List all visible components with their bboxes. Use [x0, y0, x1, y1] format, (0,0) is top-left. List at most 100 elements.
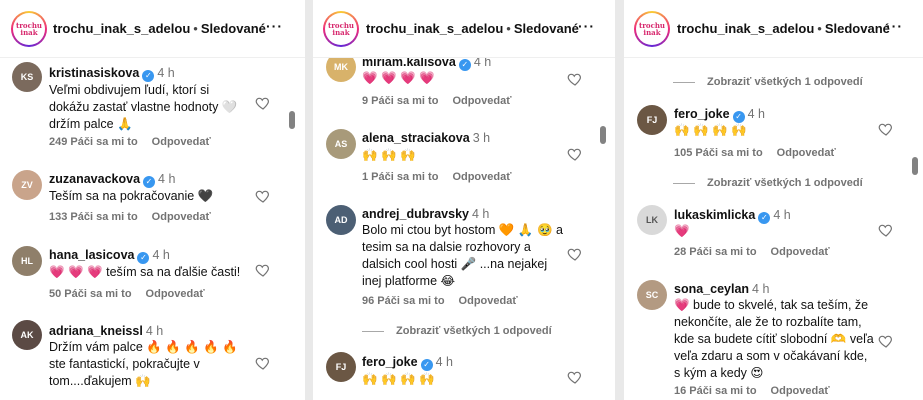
post-header: trochu inak trochu_inak_s_adelou • Sledova…	[624, 0, 923, 58]
like-count[interactable]: 105 Páči sa mi to	[674, 147, 763, 159]
comment-meta: 28 Páči sa mi to Odpovedať	[674, 246, 830, 258]
avatar[interactable]: AS	[326, 129, 356, 159]
follow-status[interactable]: Sledované	[514, 21, 579, 36]
like-count[interactable]: 1 Páči sa mi to	[362, 171, 438, 183]
verified-badge-icon: ✓	[143, 176, 156, 188]
comment-time: 4 h	[435, 355, 453, 369]
like-count[interactable]: 50 Páči sa mi to	[49, 288, 132, 300]
comment-time: 4 h	[752, 282, 770, 296]
view-replies-toggle[interactable]: Zobraziť všetkých 1 odpovedí	[673, 76, 863, 88]
reply-button[interactable]: Odpovedať	[771, 385, 830, 397]
reply-button[interactable]: Odpovedať	[152, 211, 211, 223]
like-count[interactable]: 9 Páči sa mi to	[362, 95, 438, 107]
view-replies-toggle[interactable]: Zobraziť všetkých 1 odpovedí	[362, 325, 552, 337]
comment-meta: 96 Páči sa mi to Odpovedať	[362, 295, 518, 307]
comment-text: 💗 bude to skvelé, tak sa teším, že nekon…	[674, 298, 874, 380]
comment-username[interactable]: lukaskimlicka	[674, 208, 755, 222]
comment-text: 💗	[674, 224, 690, 238]
comment-meta: 16 Páči sa mi to Odpovedať	[674, 385, 830, 397]
avatar[interactable]: AD	[326, 205, 356, 235]
comment-time: 4 h	[747, 107, 765, 121]
reply-button[interactable]: Odpovedať	[146, 288, 205, 300]
heart-outline-icon[interactable]	[567, 146, 583, 162]
follow-status[interactable]: Sledované	[825, 21, 890, 36]
comment-username[interactable]: fero_joke	[674, 107, 730, 121]
comment-time: 3 h	[472, 131, 491, 145]
comment-username[interactable]: adriana_kneissl	[49, 324, 143, 338]
comment-username-line: alena_straciakova 3 h	[362, 131, 490, 145]
verified-badge-icon: ✓	[142, 70, 155, 82]
like-count[interactable]: 16 Páči sa mi to	[674, 385, 757, 397]
profile-avatar[interactable]: trochu inak	[634, 11, 670, 47]
comment-time: 4 h	[158, 172, 176, 186]
profile-avatar[interactable]: trochu inak	[11, 11, 47, 47]
header-username[interactable]: trochu_inak_s_adelou	[677, 21, 814, 36]
separator-dot: •	[193, 21, 198, 36]
heart-outline-icon[interactable]	[878, 333, 894, 349]
heart-outline-icon[interactable]	[878, 222, 894, 238]
scrollbar-thumb[interactable]	[912, 157, 918, 175]
heart-outline-icon[interactable]	[255, 355, 271, 371]
heart-outline-icon[interactable]	[255, 95, 271, 111]
comments-panel-3: trochu inak trochu_inak_s_adelou • Sledova…	[624, 0, 923, 400]
separator-dot: •	[506, 21, 511, 36]
like-count[interactable]: 133 Páči sa mi to	[49, 211, 138, 223]
heart-outline-icon[interactable]	[878, 121, 894, 137]
avatar[interactable]: FJ	[326, 352, 356, 382]
comment-username[interactable]: alena_straciakova	[362, 131, 470, 145]
header-username[interactable]: trochu_inak_s_adelou	[53, 21, 190, 36]
reply-button[interactable]: Odpovedať	[459, 295, 518, 307]
like-count[interactable]: 28 Páči sa mi to	[674, 246, 757, 258]
heart-outline-icon[interactable]	[567, 71, 583, 87]
avatar[interactable]: ZV	[12, 170, 42, 200]
more-options-icon[interactable]: ···	[266, 18, 283, 34]
profile-avatar[interactable]: trochu inak	[323, 11, 359, 47]
comment-username[interactable]: zuzanavackova	[49, 172, 140, 186]
comment-meta: 105 Páči sa mi to Odpovedať	[674, 147, 836, 159]
view-replies-toggle[interactable]: Zobraziť všetkých 1 odpovedí	[673, 177, 863, 189]
view-replies-label: Zobraziť všetkých 1 odpovedí	[707, 76, 863, 88]
heart-outline-icon[interactable]	[567, 369, 583, 385]
comment-username-line: andrej_dubravsky 4 h	[362, 207, 489, 221]
comment-username[interactable]: sona_ceylan	[674, 282, 749, 296]
comment-text: Veľmi obdivujem ľudí, ktorí si dokážu za…	[49, 83, 238, 131]
comment-username-line: zuzanavackova ✓ 4 h	[49, 172, 175, 188]
reply-button[interactable]: Odpovedať	[452, 171, 511, 183]
more-options-icon[interactable]: ···	[886, 18, 903, 34]
comment-text: 💗 💗 💗 💗	[362, 71, 435, 85]
comment-meta: 1 Páči sa mi to Odpovedať	[362, 171, 512, 183]
reply-button[interactable]: Odpovedať	[452, 95, 511, 107]
view-replies-label: Zobraziť všetkých 1 odpovedí	[396, 325, 552, 337]
header-username[interactable]: trochu_inak_s_adelou	[366, 21, 503, 36]
heart-outline-icon[interactable]	[567, 246, 583, 262]
more-options-icon[interactable]: ···	[578, 18, 595, 34]
reply-button[interactable]: Odpovedať	[777, 147, 836, 159]
scrollbar-thumb[interactable]	[600, 126, 606, 144]
reply-button[interactable]: Odpovedať	[152, 136, 211, 148]
verified-badge-icon: ✓	[420, 359, 433, 371]
comment-username[interactable]: kristinasiskova	[49, 66, 139, 80]
comments-panel-2: MK miriam.kalisova ✓ 4 h 💗 💗 💗 💗 9 Páči sa…	[313, 0, 615, 400]
follow-status[interactable]: Sledované	[201, 21, 266, 36]
reply-button[interactable]: Odpovedať	[771, 246, 830, 258]
screenshot-collage: trochu inak trochu_inak_s_adelou • Sledova…	[0, 0, 923, 400]
comment-text: 🙌 🙌 🙌 🙌	[362, 372, 435, 386]
comment-username[interactable]: hana_lasicova	[49, 248, 134, 262]
comment-time: 4 h	[472, 207, 490, 221]
avatar[interactable]: AK	[12, 320, 42, 350]
avatar[interactable]: LK	[637, 205, 667, 235]
avatar[interactable]: FJ	[637, 105, 667, 135]
comment-username[interactable]: fero_joke	[362, 355, 418, 369]
avatar[interactable]: SC	[637, 280, 667, 310]
comment-username[interactable]: andrej_dubravsky	[362, 207, 469, 221]
like-count[interactable]: 96 Páči sa mi to	[362, 295, 445, 307]
post-header: trochu inak trochu_inak_s_adelou • Sledova…	[313, 0, 615, 58]
avatar[interactable]: HL	[12, 246, 42, 276]
heart-outline-icon[interactable]	[255, 262, 271, 278]
comment-text: 🙌 🙌 🙌 🙌	[674, 123, 747, 137]
avatar[interactable]: KS	[12, 62, 42, 92]
like-count[interactable]: 249 Páči sa mi to	[49, 136, 138, 148]
scrollbar-thumb[interactable]	[289, 111, 295, 129]
heart-outline-icon[interactable]	[255, 188, 271, 204]
comment-username-line: lukaskimlicka ✓ 4 h	[674, 208, 791, 224]
